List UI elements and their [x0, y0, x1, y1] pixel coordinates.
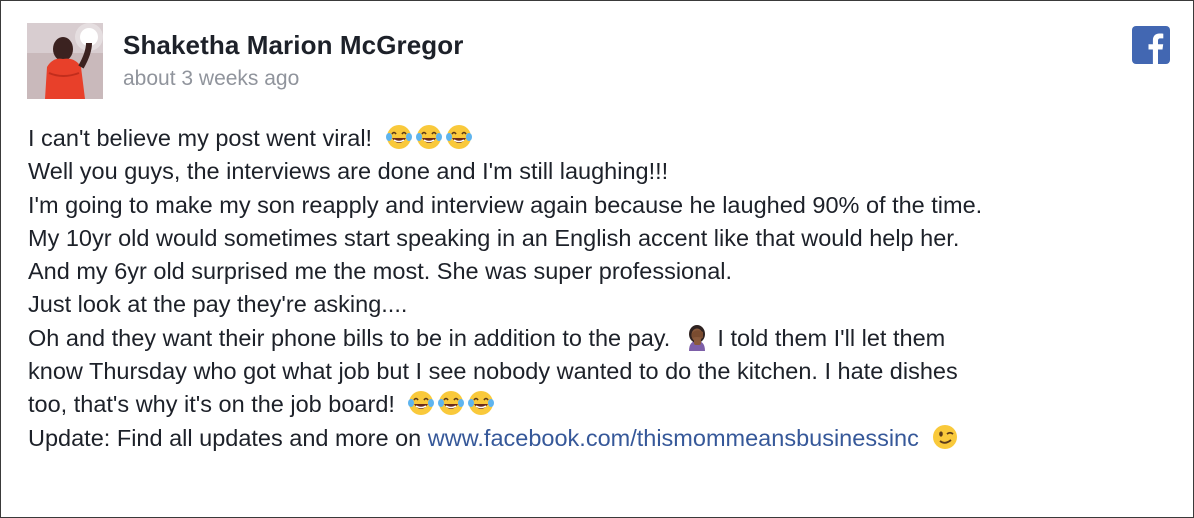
post-line-3: I'm going to make my son reapply and int…	[28, 189, 1178, 222]
avatar[interactable]	[27, 23, 103, 99]
post-text: I can't believe my post went viral!	[28, 125, 373, 151]
post-text: know Thursday who got what job but I see…	[28, 358, 958, 385]
post-line-4: My 10yr old would sometimes start speaki…	[28, 222, 1178, 255]
post-text: Well you guys, the interviews are done a…	[28, 158, 669, 185]
post-text: Oh and they want their phone bills to be…	[28, 324, 671, 351]
post-line-10: Update: Find all updates and more on www…	[28, 422, 1178, 455]
woman-facepalming-emoji	[683, 323, 711, 351]
post-text: Update: Find all updates and more on	[28, 424, 428, 451]
post-line-8: know Thursday who got what job but I see…	[28, 355, 1178, 388]
post-line-5: And my 6yr old surprised me the most. Sh…	[28, 255, 1178, 288]
facebook-icon[interactable]	[1132, 26, 1170, 64]
post-line-9: too, that's why it's on the job board!	[28, 388, 1178, 421]
embedded-post-card: Shaketha Marion McGregor about 3 weeks a…	[0, 0, 1194, 518]
post-text: I'm going to make my son reapply and int…	[28, 191, 983, 218]
post-line-1: I can't believe my post went viral!	[28, 122, 1178, 155]
post-text: And my 6yr old surprised me the most. Sh…	[28, 258, 733, 285]
post-timestamp[interactable]: about 3 weeks ago	[123, 67, 299, 91]
avatar-photo	[27, 23, 103, 99]
post-line-6: Just look at the pay they're asking....	[28, 288, 1178, 321]
page-link[interactable]: www.facebook.com/thismommeansbusinessinc	[428, 425, 919, 451]
author-name[interactable]: Shaketha Marion McGregor	[123, 30, 463, 61]
tears-of-joy-emoji	[445, 123, 473, 151]
post-text: too, that's why it's on the job board!	[28, 391, 395, 418]
post-text: Just look at the pay they're asking....	[28, 291, 408, 318]
post-text: I told them I'll let them	[717, 324, 946, 351]
post-line-2: Well you guys, the interviews are done a…	[28, 155, 1178, 188]
post-body: I can't believe my post went viral! Well…	[28, 122, 1178, 455]
tears-of-joy-emoji	[415, 123, 443, 151]
tears-of-joy-emoji	[467, 389, 495, 417]
post-line-7: Oh and they want their phone bills to be…	[28, 322, 1178, 355]
winking-face-emoji	[931, 423, 959, 451]
post-text: My 10yr old would sometimes start speaki…	[28, 224, 960, 251]
tears-of-joy-emoji	[407, 389, 435, 417]
tears-of-joy-emoji	[385, 123, 413, 151]
tears-of-joy-emoji	[437, 389, 465, 417]
